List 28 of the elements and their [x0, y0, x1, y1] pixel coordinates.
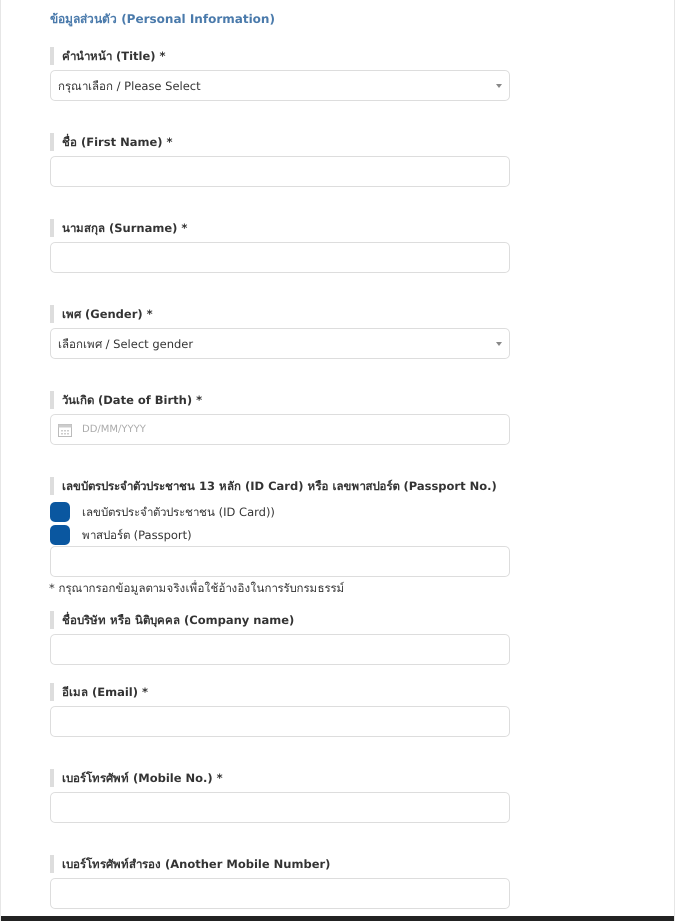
input-field[interactable] — [50, 242, 510, 273]
input-field[interactable] — [50, 706, 510, 737]
caret-icon — [496, 342, 502, 346]
calendar-icon — [58, 422, 72, 436]
field-label: วันเกิด (Date of Birth) * — [50, 391, 510, 409]
input-field[interactable] — [50, 546, 510, 577]
option-label: พาสปอร์ต (Passport) — [82, 526, 192, 544]
field-label: ชื่อบริษัท หรือ นิติบุคคล (Company name) — [50, 611, 510, 629]
field-label: เบอร์โทรศัพท์สำรอง (Another Mobile Number) — [50, 855, 510, 873]
select-field[interactable]: เลือกเพศ / Select gender — [50, 328, 510, 359]
field-label: ชื่อ (First Name) * — [50, 133, 510, 151]
field-label: เพศ (Gender) * — [50, 305, 510, 323]
section-title: ข้อมูลส่วนตัว (Personal Information) — [50, 11, 276, 28]
input-field[interactable] — [50, 634, 510, 665]
note-text: * กรุณากรอกข้อมูลตามจริงเพื่อใช้อ้างอิงในการรับกรมธรรม์ — [49, 579, 346, 597]
radio-button[interactable] — [50, 524, 70, 544]
input-field[interactable] — [50, 792, 510, 823]
caret-icon — [496, 84, 502, 88]
field-label: เลขบัตรประจำตัวประชาชน 13 หลัก (ID Card) หรือ เลขพาสปอร์ต (Passport No.) — [50, 477, 510, 495]
radio-button[interactable] — [50, 502, 70, 522]
field-label: อีเมล (Email) * — [50, 683, 510, 701]
field-label: นามสกุล (Surname) * — [50, 219, 510, 237]
field-label: คำนำหน้า (Title) * — [50, 47, 510, 65]
option-label: เลขบัตรประจำตัวประชาชน (ID Card)) — [82, 504, 275, 520]
field-label: เบอร์โทรศัพท์ (Mobile No.) * — [50, 769, 510, 787]
input-field[interactable] — [50, 156, 510, 187]
select-field[interactable]: กรุณาเลือก / Please Select — [50, 70, 510, 101]
input-field[interactable] — [50, 878, 510, 909]
